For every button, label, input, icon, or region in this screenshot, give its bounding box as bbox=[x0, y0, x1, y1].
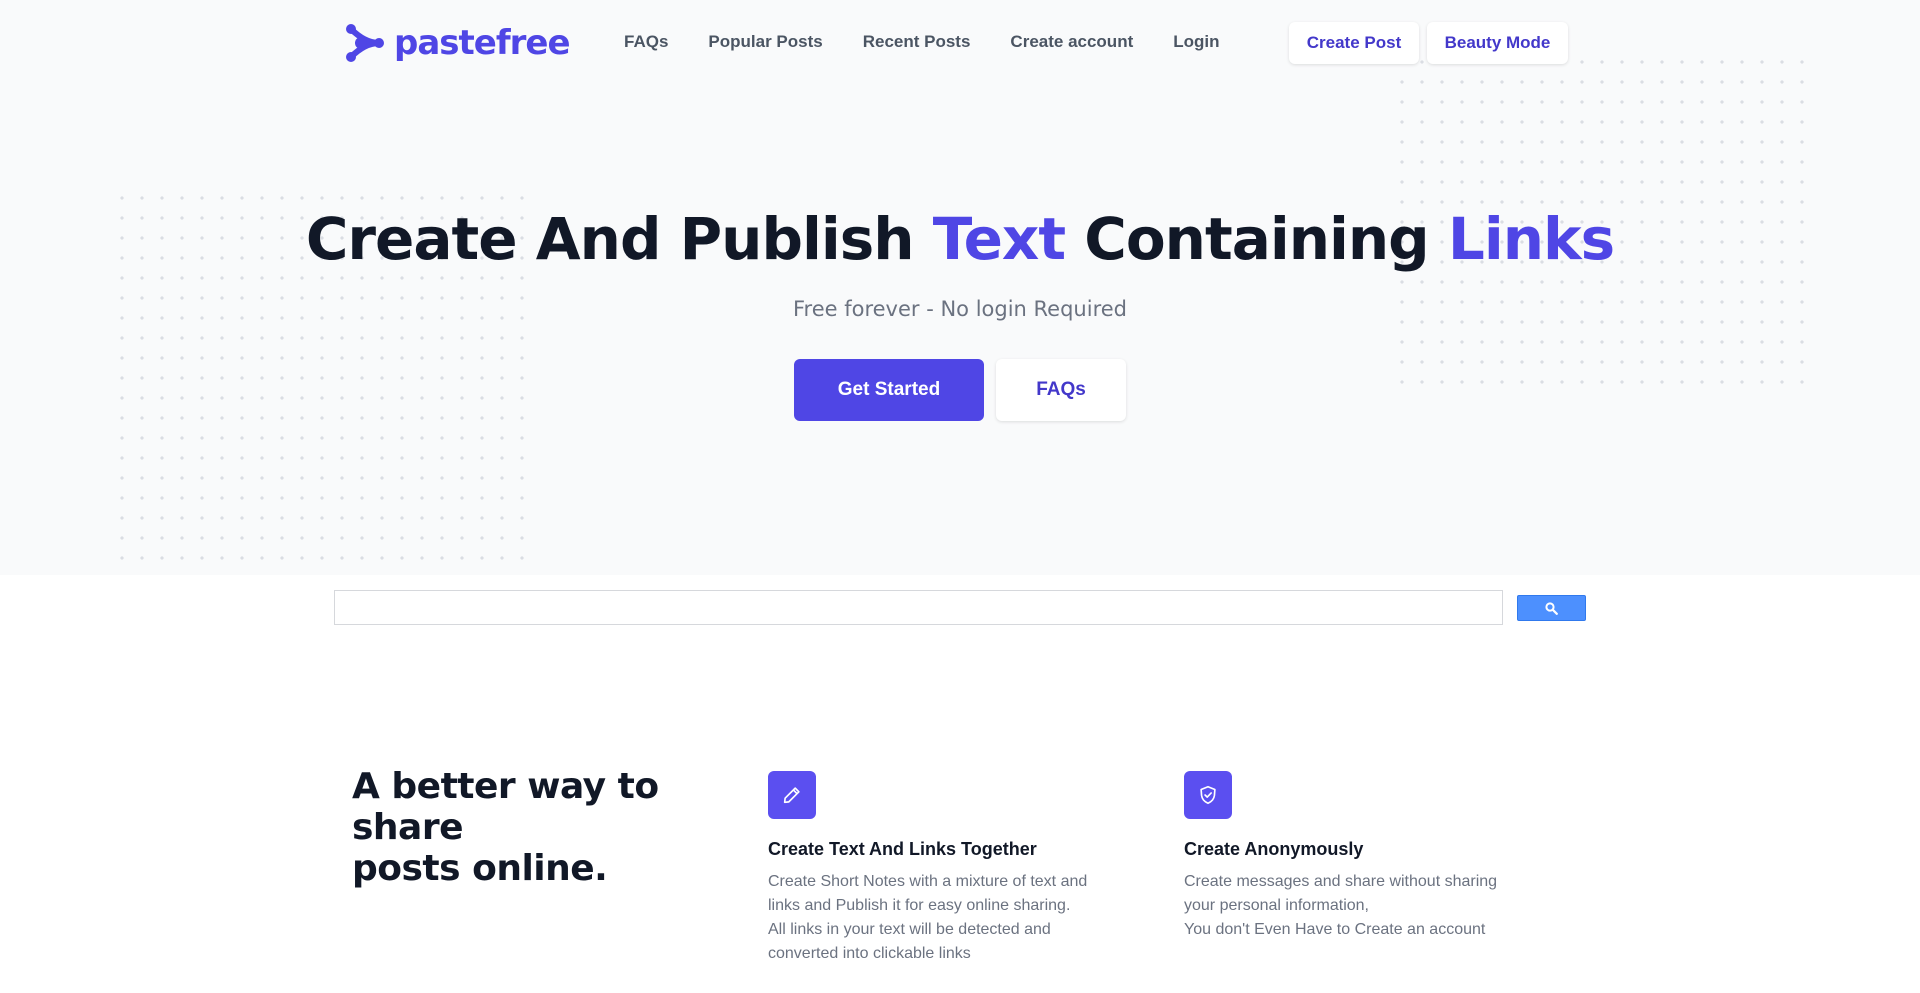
features-heading-line2: posts online. bbox=[352, 848, 608, 889]
get-started-button[interactable]: Get Started bbox=[794, 359, 984, 421]
logo[interactable]: pastefree bbox=[342, 20, 571, 66]
hero-title-accent-text: Text bbox=[932, 205, 1066, 273]
feature-description: Create messages and share without sharin… bbox=[1184, 870, 1564, 942]
feature-description-line: links and Publish it for easy online sha… bbox=[768, 897, 1071, 914]
main-nav: FAQs Popular Posts Recent Posts Create a… bbox=[624, 32, 1220, 52]
feature-description-line: All links in your text will be detected … bbox=[768, 921, 1051, 938]
features-heading: A better way to share posts online. bbox=[352, 766, 752, 889]
pencil-icon bbox=[783, 787, 800, 804]
nav-create-account[interactable]: Create account bbox=[1010, 32, 1133, 52]
feature-icon-box bbox=[768, 771, 816, 819]
shield-check-icon bbox=[1200, 785, 1216, 805]
hero-subtitle: Free forever - No login Required bbox=[792, 297, 1127, 321]
search-button[interactable] bbox=[1517, 595, 1586, 621]
create-post-button[interactable]: Create Post bbox=[1289, 22, 1419, 64]
search-icon bbox=[1545, 601, 1558, 615]
nav-recent-posts[interactable]: Recent Posts bbox=[863, 32, 971, 52]
feature-description-line: Create messages and share without sharin… bbox=[1184, 873, 1498, 890]
hero-title: Create And Publish Text Containing Links bbox=[0, 205, 1920, 273]
faqs-button[interactable]: FAQs bbox=[996, 359, 1126, 421]
hero-title-part2: Containing bbox=[1065, 205, 1448, 273]
hero-title-accent-links: Links bbox=[1447, 205, 1615, 273]
nav-popular-posts[interactable]: Popular Posts bbox=[708, 32, 822, 52]
search-input[interactable] bbox=[334, 590, 1503, 625]
logo-icon bbox=[346, 24, 384, 62]
feature-description: Create Short Notes with a mixture of tex… bbox=[768, 870, 1148, 966]
feature-description-line: Create Short Notes with a mixture of tex… bbox=[768, 873, 1088, 890]
feature-title: Create Text And Links Together bbox=[768, 839, 1037, 859]
feature-description-line: You don't Even Have to Create an account bbox=[1184, 921, 1486, 938]
feature-description-line: your personal information, bbox=[1184, 897, 1369, 914]
beauty-mode-button[interactable]: Beauty Mode bbox=[1427, 22, 1568, 64]
feature-description-line: converted into clickable links bbox=[768, 945, 971, 962]
logo-text: pastefree bbox=[394, 23, 571, 63]
feature-icon-box bbox=[1184, 771, 1232, 819]
features-heading-line1: A better way to share bbox=[352, 766, 659, 848]
nav-faqs[interactable]: FAQs bbox=[624, 32, 668, 52]
nav-login[interactable]: Login bbox=[1173, 32, 1219, 52]
feature-title: Create Anonymously bbox=[1184, 839, 1364, 859]
hero-title-part1: Create And Publish bbox=[305, 205, 933, 273]
